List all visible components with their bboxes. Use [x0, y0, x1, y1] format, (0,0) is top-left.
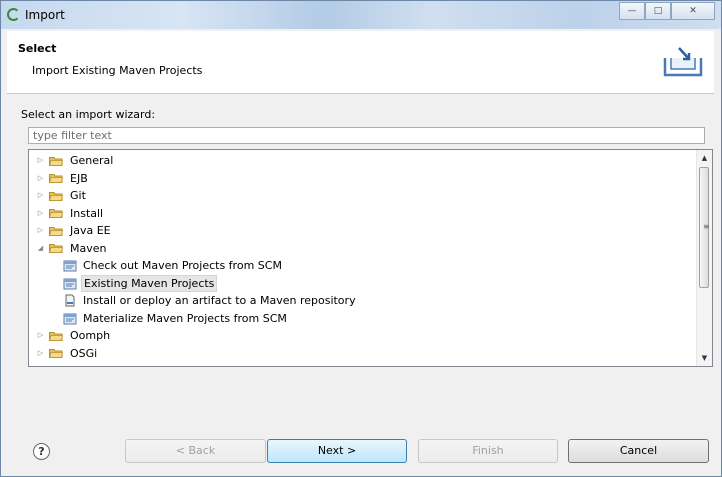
tree-folder-item[interactable]: ▷ Git: [36, 187, 88, 204]
tree-wizard-item[interactable]: Existing Maven Projects: [63, 274, 218, 292]
tree-folder-item[interactable]: ◢ Maven: [36, 240, 108, 257]
finish-button[interactable]: Finish: [418, 439, 558, 463]
collapsed-arrow-icon[interactable]: ▷: [36, 187, 45, 204]
maven-project-icon: [63, 278, 77, 289]
tree-folder-item[interactable]: ▷ EJB: [36, 170, 90, 187]
tree-folder-item[interactable]: ▷ Java EE: [36, 222, 113, 239]
minimize-icon: —: [627, 6, 637, 16]
minimize-button[interactable]: —: [619, 2, 645, 20]
folder-icon: [49, 174, 63, 183]
collapsed-arrow-icon[interactable]: ▷: [36, 222, 45, 239]
page-title: Select: [18, 42, 57, 55]
artifact-file-icon: [65, 294, 75, 307]
cancel-button[interactable]: Cancel: [568, 439, 709, 463]
tree-item-label: Git: [70, 189, 86, 202]
page-subtitle: Import Existing Maven Projects: [32, 64, 203, 77]
close-icon: ✕: [689, 6, 697, 16]
tree-item-label: Check out Maven Projects from SCM: [83, 259, 282, 272]
window-title: Import: [25, 8, 65, 22]
collapsed-arrow-icon[interactable]: ▷: [36, 205, 45, 222]
tree-item-label: OSGi: [70, 346, 98, 360]
collapsed-arrow-icon[interactable]: ▷: [36, 152, 45, 169]
maven-project-icon: [63, 313, 77, 324]
grip-icon: ≡: [703, 222, 710, 231]
scroll-up-arrow-icon[interactable]: ▲: [697, 151, 712, 165]
tree-item-label: Maven: [70, 241, 107, 255]
folder-open-icon: [49, 244, 63, 253]
tree-item-label: Install or deploy an artifact to a Maven…: [83, 294, 356, 307]
wizard-tree[interactable]: ▷ General ▷ EJB ▷ Git ▷ Install ▷ Java EE ◢ Maven Ch…: [28, 149, 713, 367]
tree-folder-item[interactable]: ▷ General: [36, 152, 115, 169]
tree-item-label: Existing Maven Projects: [81, 274, 218, 292]
tree-item-label: General: [70, 154, 114, 167]
import-banner-icon: [663, 47, 703, 77]
maximize-icon: □: [653, 6, 663, 16]
tree-folder-item[interactable]: ▷ OSGi: [36, 345, 99, 362]
folder-icon: [49, 209, 63, 218]
maximize-button[interactable]: □: [645, 2, 671, 20]
tree-item-label: Java EE: [70, 224, 111, 237]
vertical-scrollbar[interactable]: ▲ ≡ ▼: [696, 150, 712, 366]
folder-icon: [49, 349, 63, 358]
tree-folder-item[interactable]: ▷ Install: [36, 205, 105, 222]
filter-input[interactable]: type filter text: [28, 127, 705, 144]
scroll-thumb[interactable]: ≡: [699, 167, 710, 288]
wizard-label: Select an import wizard:: [21, 108, 156, 121]
collapsed-arrow-icon[interactable]: ▷: [36, 327, 45, 344]
tree-item-label: Install: [70, 206, 104, 220]
tree-item-label: Materialize Maven Projects from SCM: [83, 311, 287, 325]
tree-item-label: Oomph: [70, 329, 111, 342]
collapsed-arrow-icon[interactable]: ▷: [36, 170, 45, 187]
maven-project-icon: [63, 260, 77, 272]
scroll-down-arrow-icon[interactable]: ▼: [697, 351, 712, 365]
dialog-header: Select Import Existing Maven Projects: [7, 31, 714, 94]
next-button[interactable]: Next >: [267, 439, 407, 463]
tree-wizard-item[interactable]: Install or deploy an artifact to a Maven…: [63, 292, 358, 309]
folder-icon: [49, 226, 63, 236]
help-button[interactable]: ?: [33, 443, 50, 460]
tree-item-label: EJB: [70, 171, 88, 185]
expanded-arrow-icon[interactable]: ◢: [36, 240, 45, 257]
tree-wizard-item[interactable]: Check out Maven Projects from SCM: [63, 257, 284, 274]
folder-icon: [49, 156, 63, 166]
folder-icon: [49, 331, 63, 341]
close-button[interactable]: ✕: [671, 2, 715, 20]
collapsed-arrow-icon[interactable]: ▷: [36, 345, 45, 362]
eclipse-icon: [7, 8, 20, 21]
back-button[interactable]: < Back: [125, 439, 266, 463]
tree-folder-item[interactable]: ▷ Oomph: [36, 327, 112, 344]
tree-wizard-item[interactable]: Materialize Maven Projects from SCM: [63, 310, 289, 327]
title-bar[interactable]: Import — □ ✕: [1, 1, 721, 29]
folder-icon: [49, 191, 63, 201]
